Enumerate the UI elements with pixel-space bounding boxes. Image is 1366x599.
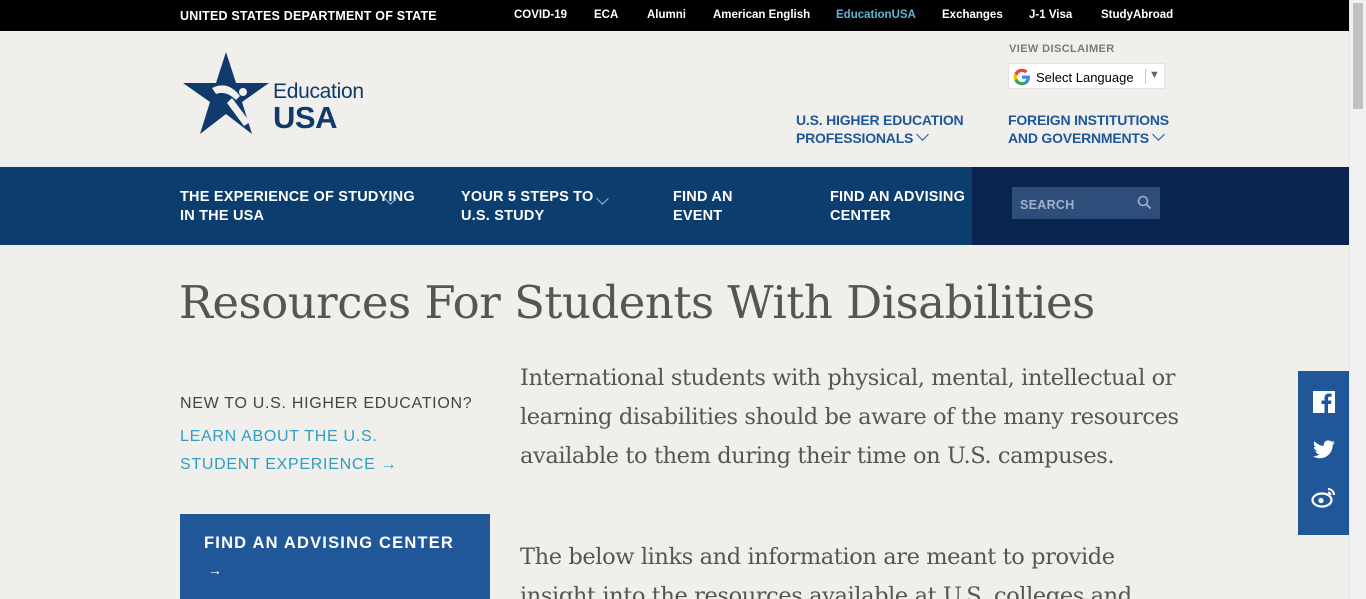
nav-item-line2: IN THE USA [180,208,265,224]
nav-label-row: AND GOVERNMENTS [1008,128,1178,147]
nav-label-line2: PROFESSIONALS [796,130,914,146]
nav-label-line2: AND GOVERNMENTS [1008,130,1149,146]
chevron-down-icon[interactable] [596,192,609,205]
language-select[interactable]: Select Language ▼ [1008,63,1165,89]
top-link-studyabroad[interactable]: StudyAbroad [1101,9,1173,21]
top-link-covid[interactable]: COVID-19 [514,9,567,21]
top-link-american-english[interactable]: American English [713,9,810,21]
dropdown-arrow-icon: ▼ [1149,69,1160,81]
learn-link-text[interactable]: LEARN ABOUT THE U.S. STUDENT EXPERIENCE [180,428,377,473]
educationusa-logo[interactable]: Education USA [180,50,380,140]
arrow-right-icon: → [380,456,398,473]
star-torch-icon [183,52,269,134]
learn-student-experience-link[interactable]: LEARN ABOUT THE U.S. STUDENT EXPERIENCE … [180,423,460,479]
arrow-right-icon: → [208,562,222,578]
nav-higher-education-professionals[interactable]: U.S. HIGHER EDUCATION PROFESSIONALS [796,111,976,147]
nav-experience-studying[interactable]: THE EXPERIENCE OF STUDYING IN THE USA [180,188,415,226]
scrollbar-thumb[interactable] [1353,3,1363,109]
search-placeholder: SEARCH [1020,198,1075,212]
new-to-higher-ed-label: NEW TO U.S. HIGHER EDUCATION? [180,395,473,412]
nav-5-steps[interactable]: YOUR 5 STEPS TO U.S. STUDY [461,188,593,226]
nav-label-line1: FOREIGN INSTITUTIONS [1008,112,1169,128]
top-link-eca[interactable]: ECA [594,9,618,21]
nav-label-row: PROFESSIONALS [796,128,976,147]
nav-find-event[interactable]: FIND AN EVENT [673,188,733,226]
nav-item-line1: YOUR 5 STEPS TO [461,189,594,205]
google-icon [1013,68,1030,86]
nav-item-line2: CENTER [830,208,891,224]
social-share-bar [1298,371,1349,535]
language-divider [1145,69,1146,84]
chevron-down-icon [916,128,930,141]
nav-item-line1: FIND AN [673,189,733,205]
top-bar: UNITED STATES DEPARTMENT OF STATE COVID-… [0,0,1349,31]
nav-item-line1: THE EXPERIENCE OF STUDYING [180,189,415,205]
twitter-icon[interactable] [1311,436,1337,462]
nav-find-advising-center[interactable]: FIND AN ADVISING CENTER [830,188,965,226]
weibo-icon[interactable] [1311,484,1337,510]
search-icon[interactable] [1137,195,1152,210]
nav-foreign-institutions[interactable]: FOREIGN INSTITUTIONS AND GOVERNMENTS [1008,111,1178,147]
top-link-educationusa[interactable]: EducationUSA [836,9,916,21]
advising-button-label: FIND AN ADVISING CENTER [204,534,455,552]
page-scrollbar[interactable] [1349,0,1366,599]
language-label: Select Language [1036,70,1134,85]
page-title: Resources For Students With Disabilities [179,276,1095,329]
nav-item-line2: EVENT [673,208,723,224]
top-link-j1-visa[interactable]: J-1 Visa [1029,9,1072,21]
view-disclaimer-link[interactable]: VIEW DISCLAIMER [1009,43,1115,55]
logo-text-usa: USA [273,100,337,135]
facebook-icon[interactable] [1311,389,1337,415]
top-link-exchanges[interactable]: Exchanges [942,9,1003,21]
search-input[interactable]: SEARCH [1012,187,1160,219]
nav-item-line2: U.S. STUDY [461,208,545,224]
nav-item-line1: FIND AN ADVISING [830,189,966,205]
top-links: COVID-19 ECA Alumni American English Edu… [0,9,1349,23]
links-paragraph: The below links and information are mean… [520,544,1132,599]
find-advising-center-button[interactable]: FIND AN ADVISING CENTER → [180,514,490,599]
intro-paragraph: International students with physical, me… [520,365,1179,469]
nav-label-line1: U.S. HIGHER EDUCATION [796,112,964,128]
chevron-down-icon [1152,128,1165,141]
top-link-alumni[interactable]: Alumni [647,9,686,21]
